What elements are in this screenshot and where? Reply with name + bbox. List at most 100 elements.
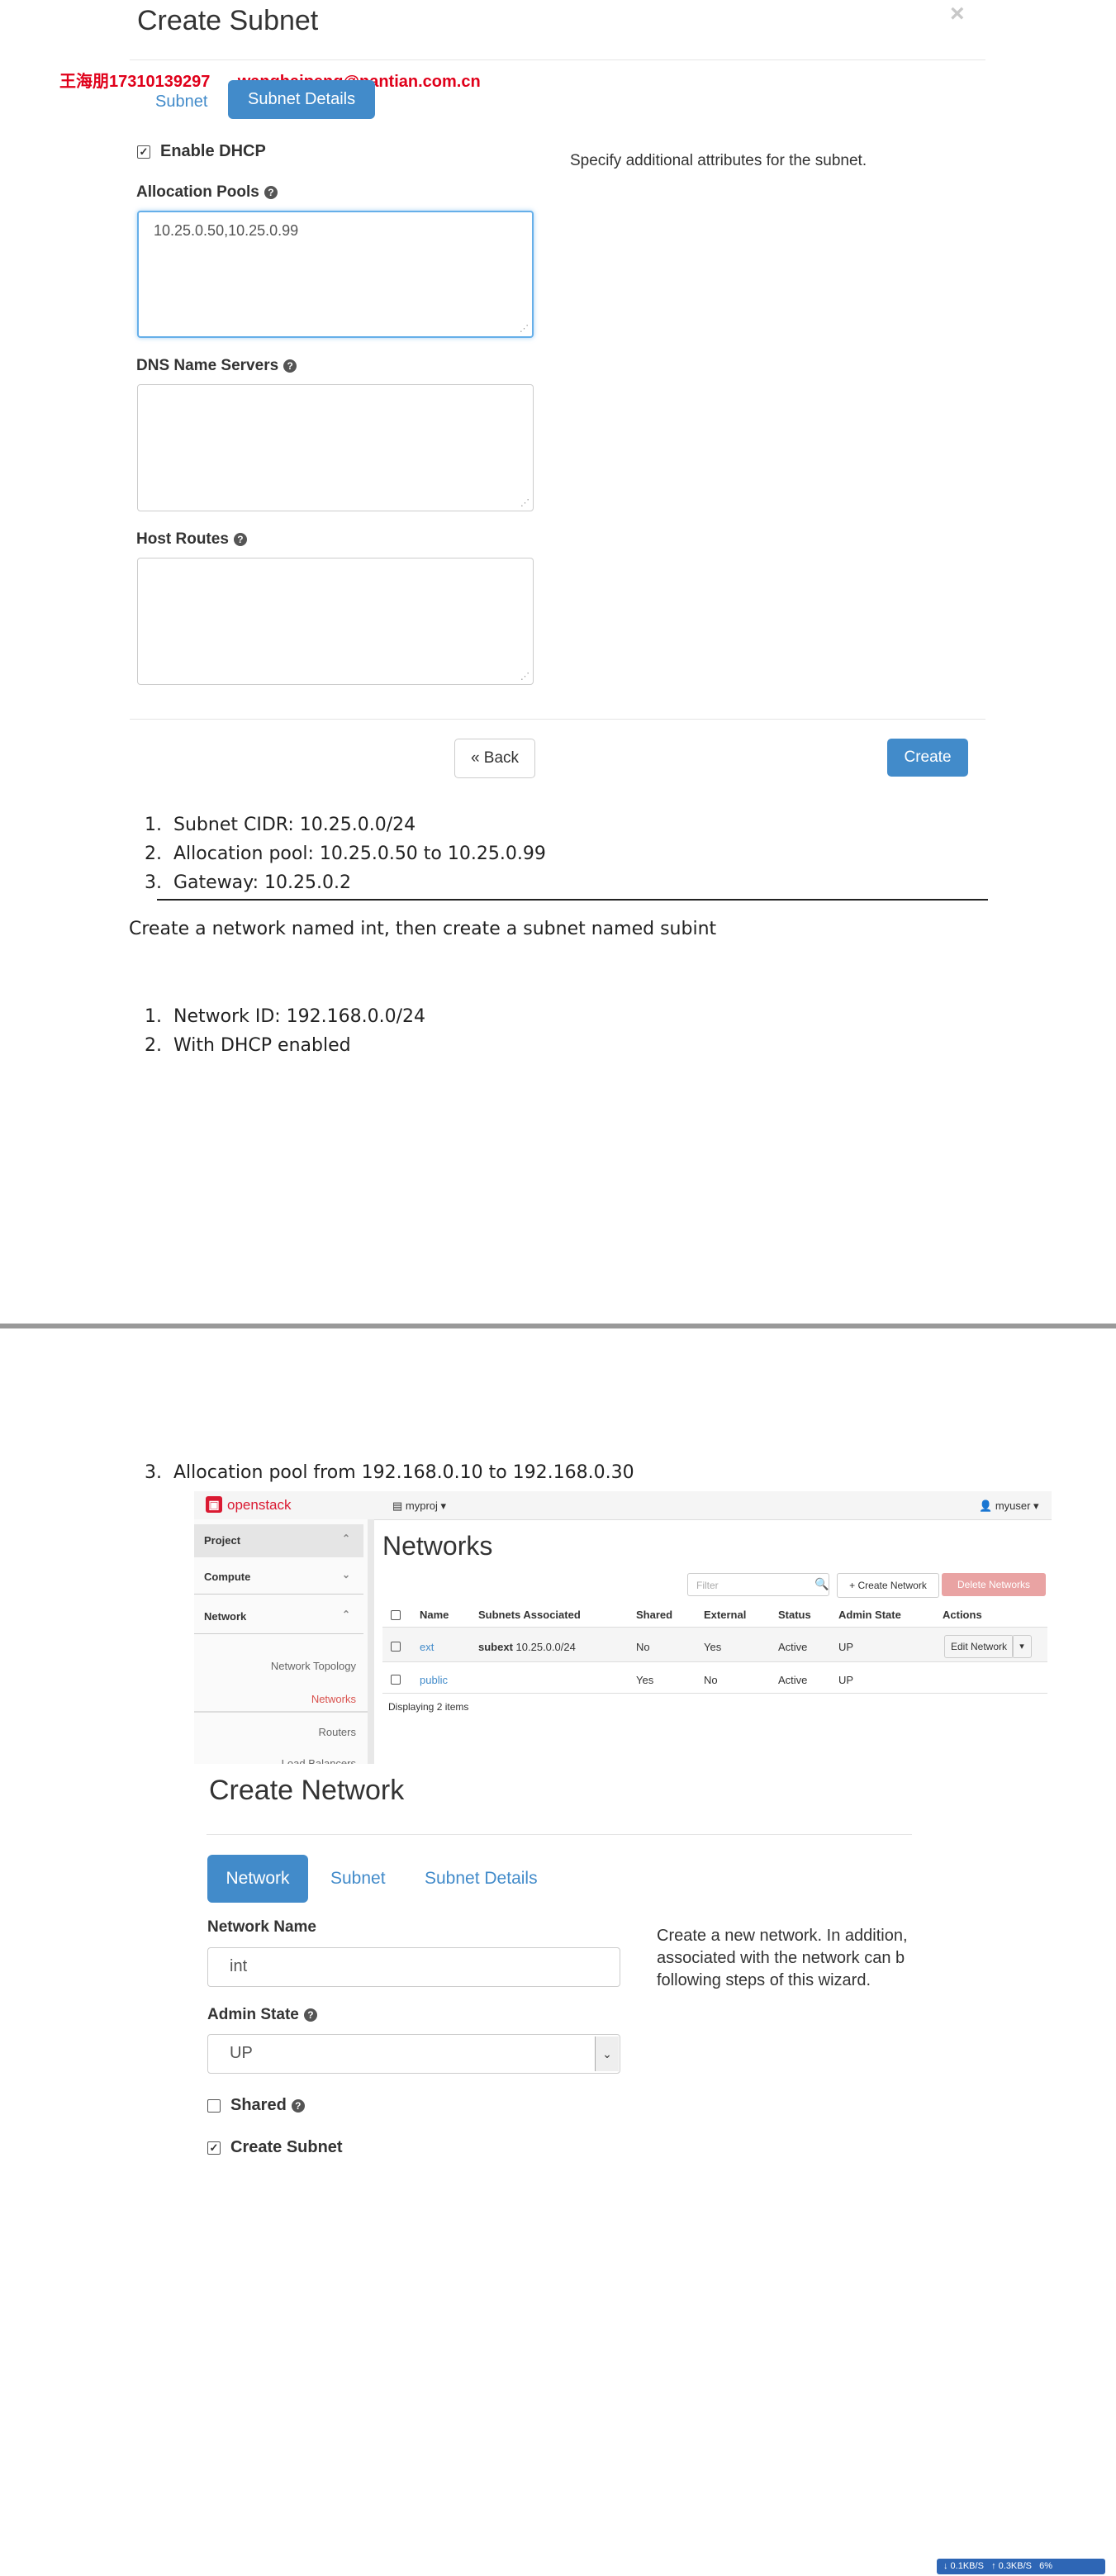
status-cell: Active [778, 1674, 808, 1686]
sidebar-item-network-topology[interactable]: Network Topology [271, 1660, 356, 1672]
tab-network[interactable]: Network [207, 1855, 308, 1903]
page-separator [0, 1324, 1116, 1328]
create-subnet-checkbox[interactable]: ✓ Create Subnet [207, 2138, 343, 2157]
list-number: 3. [145, 1462, 162, 1483]
checkmark-icon[interactable]: ✓ [137, 145, 150, 159]
tab-subnet-details[interactable]: Subnet Details [228, 80, 376, 119]
sidebar: Project ⌃ Compute ⌄ Network ⌃ Network Topol… [194, 1519, 368, 1764]
openstack-logo-icon[interactable]: ▣ [206, 1496, 222, 1513]
sidebar-section-project[interactable]: Project ⌃ [194, 1524, 363, 1557]
sidebar-item-routers[interactable]: Routers [318, 1726, 356, 1738]
column-header[interactable]: Admin State [838, 1609, 901, 1621]
create-subnet-label: Create Subnet [230, 2138, 343, 2156]
help-icon: ? [303, 2008, 317, 2022]
allocation-pools-textarea[interactable]: 10.25.0.50,10.25.0.99 ⋰ [137, 211, 534, 338]
external-cell: Yes [704, 1641, 722, 1653]
column-header[interactable]: External [704, 1609, 746, 1621]
network-name-link[interactable]: ext [420, 1641, 434, 1653]
checkbox-empty-icon[interactable] [207, 2098, 221, 2113]
column-header[interactable]: Subnets Associated [478, 1609, 581, 1621]
row-checkbox[interactable] [391, 1675, 401, 1685]
page-title: Networks [382, 1531, 493, 1561]
shared-cell: Yes [636, 1674, 654, 1686]
list-number: 2. [145, 1035, 162, 1056]
checkmark-icon[interactable]: ✓ [207, 2141, 221, 2155]
resize-grip-icon[interactable]: ⋰ [520, 323, 529, 334]
resize-grip-icon[interactable]: ⋰ [520, 497, 530, 508]
column-header[interactable]: Shared [636, 1609, 672, 1621]
dns-name-servers-label: DNS Name Servers? [136, 357, 297, 375]
allocation-pools-label-text: Allocation Pools [136, 183, 259, 201]
list-text: Gateway: 10.25.0.2 [173, 872, 351, 893]
sidebar-section-label: Compute [204, 1571, 251, 1583]
delete-networks-button[interactable]: Delete Networks [942, 1573, 1046, 1596]
sidebar-section-network[interactable]: Network ⌃ [194, 1600, 363, 1634]
host-routes-textarea[interactable]: ⋰ [137, 558, 534, 685]
admin-state-cell: UP [838, 1641, 854, 1653]
project-dropdown[interactable]: ▤ myproj ▾ [392, 1499, 446, 1513]
list-item: 2. Allocation pool: 10.25.0.50 to 10.25.0… [129, 844, 546, 864]
network-speed-indicator: ↓ 0.1KB/S ↑ 0.3KB/S 6% [937, 2559, 1105, 2574]
network-name-input[interactable]: int [207, 1947, 620, 1987]
chevron-down-icon: ▾ [437, 1499, 447, 1512]
dialog-title: Create Subnet [137, 5, 319, 36]
chevron-down-icon[interactable]: ⌄ [595, 2037, 619, 2071]
sidebar-item-load-balancers[interactable]: Load Balancers [282, 1757, 356, 1764]
filter-input[interactable]: Filter [687, 1573, 829, 1596]
edit-network-button[interactable]: Edit Network [944, 1635, 1014, 1658]
admin-state-label: Admin State? [207, 2006, 317, 2024]
top-bar [194, 1491, 1052, 1520]
sidebar-item-networks[interactable]: Networks [311, 1693, 356, 1705]
subnet-cidr: 10.25.0.0/24 [515, 1641, 576, 1653]
project-name: myproj [405, 1499, 438, 1512]
dns-label-text: DNS Name Servers [136, 357, 279, 374]
resize-grip-icon[interactable]: ⋰ [520, 671, 530, 682]
select-all-checkbox[interactable] [391, 1610, 401, 1620]
tab-subnet[interactable]: Subnet [140, 86, 222, 118]
list-number: 3. [145, 872, 162, 893]
help-icon: ? [283, 359, 297, 373]
help-icon: ? [291, 2098, 305, 2113]
enable-dhcp-label: Enable DHCP [160, 142, 266, 160]
user-dropdown[interactable]: 👤 myuser ▾ [979, 1499, 1039, 1513]
sidebar-section-compute[interactable]: Compute ⌄ [194, 1561, 363, 1595]
list-text: Allocation pool from 192.168.0.10 to 192… [173, 1462, 634, 1483]
subnet-name: subext [478, 1641, 513, 1653]
list-number: 1. [145, 815, 162, 835]
table-footer: Displaying 2 items [388, 1701, 469, 1713]
tab-subnet[interactable]: Subnet [330, 1869, 386, 1889]
create-button[interactable]: Create [887, 739, 968, 777]
sidebar-scrollbar[interactable] [368, 1519, 374, 1764]
caret-down-icon[interactable]: ▾ [1012, 1635, 1032, 1658]
description-line: following steps of this wizard. [657, 1971, 871, 1989]
tab-subnet-details[interactable]: Subnet Details [425, 1869, 538, 1889]
allocation-pools-label: Allocation Pools? [136, 183, 278, 202]
enable-dhcp-checkbox[interactable]: ✓ Enable DHCP [137, 142, 266, 161]
status-cell: Active [778, 1641, 808, 1653]
create-network-button[interactable]: + Create Network [837, 1573, 939, 1598]
subnet-details-description: Specify additional attributes for the su… [570, 152, 867, 169]
admin-state-select[interactable]: UP [207, 2034, 620, 2074]
row-checkbox[interactable] [391, 1642, 401, 1652]
description-line: associated with the network can b [657, 1949, 905, 1967]
list-number: 1. [145, 1006, 162, 1027]
openstack-logo[interactable]: openstack [227, 1497, 292, 1514]
dns-name-servers-textarea[interactable]: ⋰ [137, 384, 534, 511]
chevron-up-icon: ⌃ [341, 1609, 350, 1620]
network-name-link[interactable]: public [420, 1674, 448, 1686]
divider [194, 1711, 368, 1713]
divider [207, 1834, 912, 1835]
divider [130, 719, 985, 720]
search-icon[interactable]: 🔍 [814, 1577, 829, 1591]
host-routes-label: Host Routes? [136, 530, 247, 549]
list-item: 3. Allocation pool from 192.168.0.10 to 1… [129, 1462, 634, 1483]
shared-checkbox[interactable]: Shared? [207, 2096, 305, 2115]
close-icon[interactable]: × [950, 0, 965, 28]
column-header[interactable]: Status [778, 1609, 811, 1621]
network-description: Create a new network. In addition, assoc… [657, 1925, 911, 1999]
divider [382, 1661, 1047, 1662]
back-button[interactable]: « Back [454, 739, 535, 778]
list-text: With DHCP enabled [173, 1035, 351, 1056]
list-item: 2. With DHCP enabled [129, 1035, 351, 1056]
column-header[interactable]: Name [420, 1609, 449, 1621]
